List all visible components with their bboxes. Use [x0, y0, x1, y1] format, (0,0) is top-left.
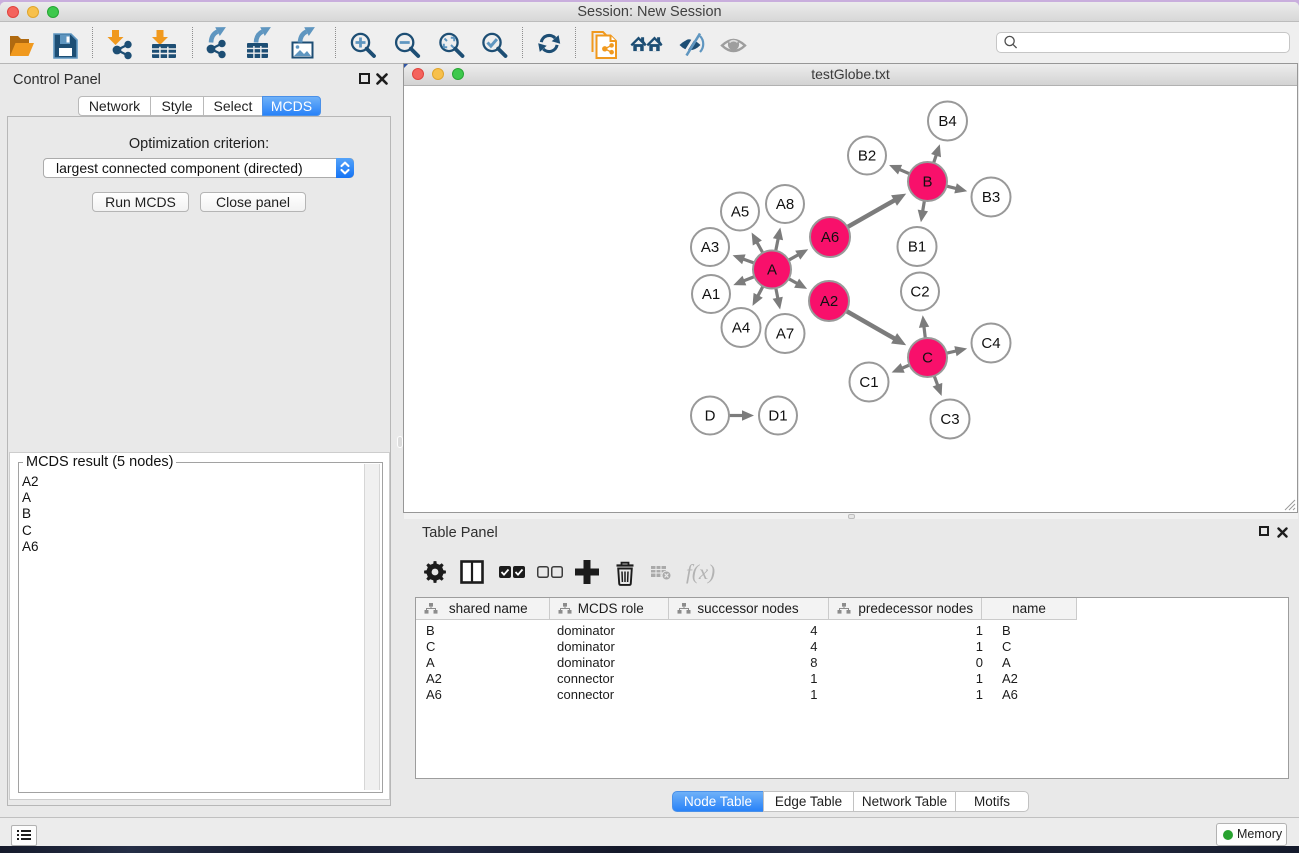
svg-text:D: D [705, 408, 716, 425]
svg-text:A2: A2 [820, 293, 838, 310]
svg-text:C4: C4 [981, 335, 1000, 352]
svg-text:A5: A5 [731, 204, 749, 221]
svg-text:A6: A6 [821, 229, 839, 246]
svg-text:C1: C1 [859, 374, 878, 391]
svg-text:C2: C2 [910, 284, 929, 301]
svg-text:B4: B4 [938, 113, 956, 130]
svg-text:C3: C3 [940, 411, 959, 428]
svg-text:B1: B1 [908, 239, 926, 256]
svg-text:D1: D1 [768, 408, 787, 425]
svg-text:C: C [922, 350, 933, 367]
svg-text:A8: A8 [776, 196, 794, 213]
svg-text:A1: A1 [702, 286, 720, 303]
svg-text:A4: A4 [732, 320, 750, 337]
svg-text:B3: B3 [982, 189, 1000, 206]
svg-text:A7: A7 [776, 326, 794, 343]
svg-text:A: A [767, 262, 777, 279]
svg-text:B: B [922, 174, 932, 191]
svg-text:A3: A3 [701, 239, 719, 256]
svg-text:B2: B2 [858, 148, 876, 165]
svg-text:f(x): f(x) [686, 560, 715, 584]
